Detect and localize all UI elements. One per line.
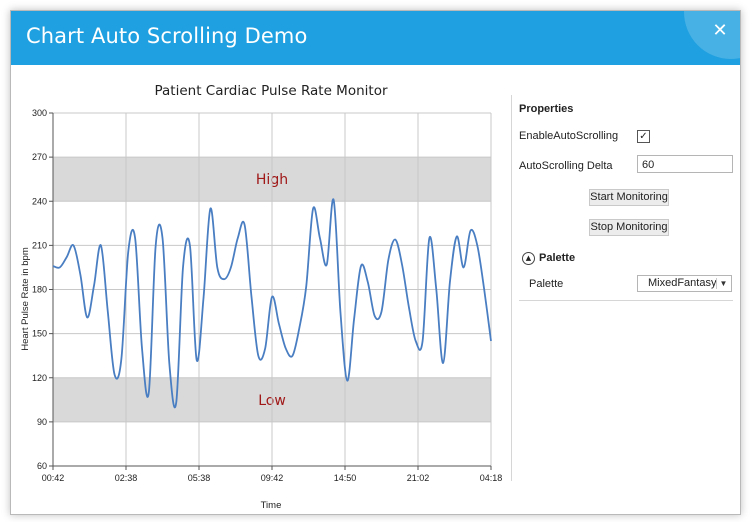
y-tick-label: 150 bbox=[32, 329, 47, 339]
start-monitoring-button[interactable]: Start Monitoring bbox=[589, 189, 669, 206]
x-tick-label: 14:50 bbox=[334, 473, 357, 483]
enable-auto-scrolling-label: EnableAutoScrolling bbox=[519, 130, 619, 142]
app-window: Chart Auto Scrolling Demo ✕ Patient Card… bbox=[10, 10, 741, 515]
y-tick-label: 120 bbox=[32, 373, 47, 383]
x-axis-title: Time bbox=[261, 500, 282, 511]
y-tick-label: 60 bbox=[37, 461, 47, 471]
x-tick-label: 02:38 bbox=[115, 473, 138, 483]
dropdown-separator bbox=[716, 278, 717, 289]
palette-dropdown[interactable]: MixedFantasy ▼ bbox=[637, 275, 732, 292]
y-tick-label: 90 bbox=[37, 417, 47, 427]
panel-divider bbox=[511, 95, 512, 481]
window-title: Chart Auto Scrolling Demo bbox=[26, 24, 308, 48]
x-tick-label: 00:42 bbox=[42, 473, 65, 483]
title-bar: Chart Auto Scrolling Demo ✕ bbox=[11, 11, 740, 65]
pulse-rate-chart: Patient Cardiac Pulse Rate Monitor HighL… bbox=[20, 83, 503, 511]
y-tick-label: 180 bbox=[32, 285, 47, 295]
chevron-down-icon: ▼ bbox=[719, 279, 728, 288]
x-tick-label: 21:02 bbox=[407, 473, 430, 483]
auto-scrolling-delta-input[interactable]: 60 bbox=[637, 155, 733, 173]
palette-section-header[interactable]: Palette bbox=[539, 252, 575, 264]
palette-collapse-icon[interactable]: ▲ bbox=[522, 252, 535, 265]
palette-selected-value: MixedFantasy bbox=[648, 277, 717, 289]
enable-auto-scrolling-checkbox[interactable]: ✓ bbox=[637, 130, 650, 143]
properties-header: Properties bbox=[519, 103, 574, 115]
x-tick-label: 05:38 bbox=[188, 473, 211, 483]
chart-panel: Patient Cardiac Pulse Rate Monitor High L… bbox=[11, 65, 511, 514]
y-axis-title: Heart Pulse Rate in bpm bbox=[20, 247, 31, 351]
x-tick-label: 04:18 bbox=[480, 473, 503, 483]
x-tick-label: 09:42 bbox=[261, 473, 284, 483]
close-icon[interactable]: ✕ bbox=[709, 20, 731, 42]
auto-scrolling-delta-label: AutoScrolling Delta bbox=[519, 160, 613, 172]
palette-label: Palette bbox=[529, 278, 564, 290]
y-tick-label: 210 bbox=[32, 240, 47, 250]
chart-title: Patient Cardiac Pulse Rate Monitor bbox=[154, 83, 387, 99]
stop-monitoring-button[interactable]: Stop Monitoring bbox=[589, 219, 669, 236]
y-tick-label: 240 bbox=[32, 196, 47, 206]
y-tick-label: 270 bbox=[32, 152, 47, 162]
panel-bottom-divider bbox=[519, 300, 733, 301]
y-tick-label: 300 bbox=[32, 108, 47, 118]
